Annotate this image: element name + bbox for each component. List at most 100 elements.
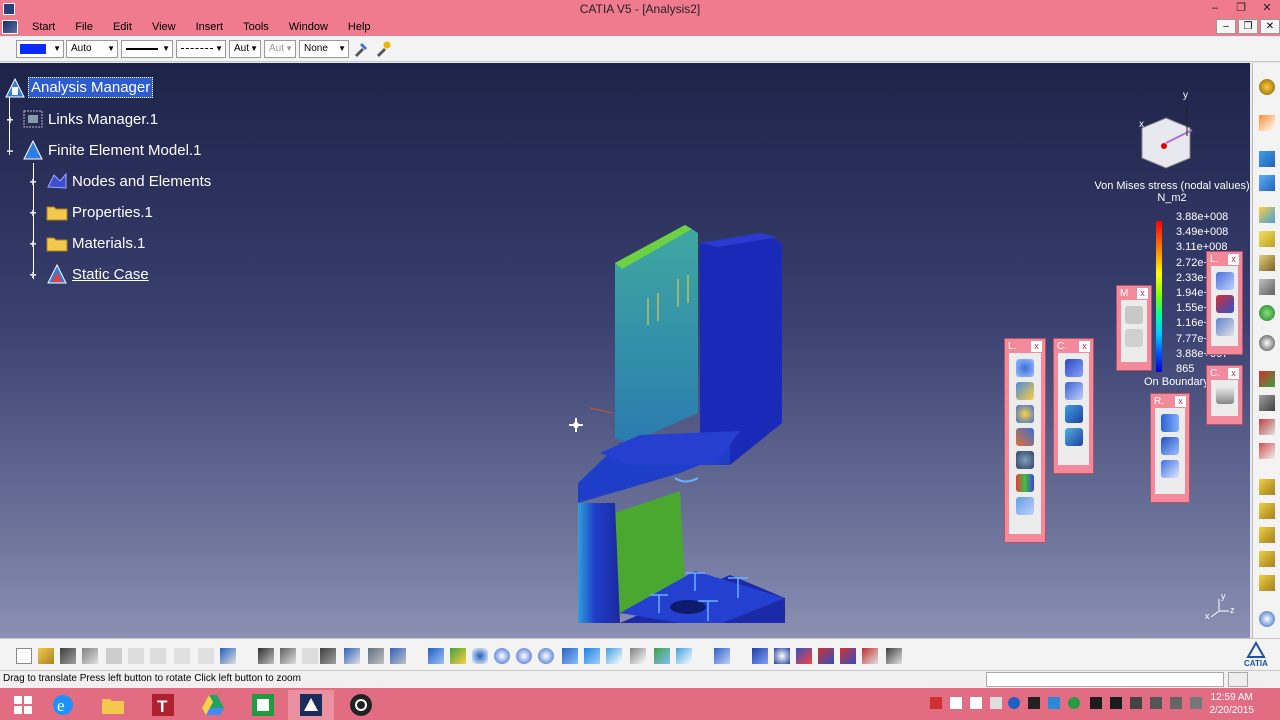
tree-icon[interactable]	[714, 648, 730, 664]
collapse-icon[interactable]: −	[5, 145, 15, 157]
select-arrow-icon[interactable]	[1259, 115, 1275, 131]
tray-volume-icon[interactable]	[1190, 697, 1202, 709]
expand-icon[interactable]: +	[28, 269, 38, 281]
plane-icon[interactable]	[1259, 527, 1275, 543]
doc-close-button[interactable]: ✕	[1260, 19, 1280, 34]
compass-widget[interactable]: x y	[1130, 88, 1210, 178]
bulb-icon[interactable]	[1016, 405, 1034, 423]
expand-icon[interactable]: +	[28, 176, 38, 188]
inertia-icon[interactable]	[1125, 329, 1143, 347]
tree-node-static-case[interactable]: Static Case	[46, 264, 151, 284]
menu-insert[interactable]: Insert	[186, 18, 234, 36]
taskbar-catia-active[interactable]	[288, 690, 334, 720]
clamp-icon[interactable]	[1064, 359, 1083, 377]
formula-icon[interactable]	[258, 648, 274, 664]
new-icon[interactable]	[16, 648, 32, 664]
snap-icon[interactable]	[344, 648, 360, 664]
mass-icon[interactable]	[1125, 306, 1143, 324]
fly-mode-icon[interactable]	[428, 648, 444, 664]
compute-icon[interactable]	[1016, 359, 1034, 377]
floating-toolbar-l1[interactable]: L. x	[1004, 338, 1046, 543]
material-icon[interactable]	[1259, 371, 1275, 387]
undo-icon[interactable]	[174, 648, 190, 664]
menu-window[interactable]: Window	[279, 18, 338, 36]
tray-bluetooth-icon[interactable]	[1008, 697, 1020, 709]
tree-node-nodes-elements[interactable]: Nodes and Elements	[46, 171, 213, 191]
cut-icon[interactable]	[106, 648, 122, 664]
zoom-out-icon[interactable]	[538, 648, 554, 664]
close-icon[interactable]: x	[1079, 340, 1090, 352]
simplify-icon[interactable]	[886, 648, 902, 664]
tray-network-icon[interactable]	[1150, 697, 1162, 709]
gear-icon[interactable]	[1259, 79, 1275, 95]
image-edit-icon[interactable]	[752, 648, 768, 664]
pressure-icon[interactable]	[1215, 272, 1234, 290]
moment-icon[interactable]	[1215, 318, 1234, 336]
taskbar-google-drive[interactable]	[190, 690, 236, 720]
rotate-icon[interactable]	[494, 648, 510, 664]
help-icon[interactable]	[220, 648, 236, 664]
report-icon[interactable]	[1016, 497, 1034, 515]
menu-view[interactable]: View	[142, 18, 186, 36]
menu-tools[interactable]: Tools	[233, 18, 279, 36]
virtual-part-icon[interactable]	[1161, 460, 1179, 478]
print-icon[interactable]	[82, 648, 98, 664]
doc-restore-button[interactable]: ❐	[1238, 19, 1258, 34]
tree-node-finite-element-model[interactable]: Finite Element Model.1	[22, 140, 203, 160]
measure-icon[interactable]	[390, 648, 406, 664]
plane-icon[interactable]	[1259, 575, 1275, 591]
slider-icon[interactable]	[1064, 405, 1083, 423]
pan-icon[interactable]	[472, 648, 488, 664]
tray-media-icon[interactable]	[1110, 697, 1122, 709]
cube-icon[interactable]	[1259, 207, 1275, 223]
shell-property-icon[interactable]	[1259, 419, 1275, 435]
smooth-connection-icon[interactable]	[1161, 437, 1179, 455]
surface-icon[interactable]	[1259, 231, 1275, 247]
line-type-combo[interactable]: Auto ▼	[66, 40, 118, 58]
document-icon[interactable]	[2, 20, 18, 34]
multi-view-icon[interactable]	[584, 648, 600, 664]
taskbar-app-t[interactable]: T	[140, 690, 186, 720]
adaptivity-icon[interactable]	[1016, 428, 1034, 446]
rigid-connection-icon[interactable]	[1161, 414, 1179, 432]
menu-help[interactable]: Help	[338, 18, 381, 36]
taskbar-spreadsheet-app[interactable]	[240, 690, 286, 720]
taskbar-internet-explorer[interactable]: e	[40, 690, 86, 720]
sensor-icon[interactable]	[1016, 451, 1034, 469]
triangle-icon[interactable]	[1259, 151, 1275, 167]
extrema-icon[interactable]	[818, 648, 834, 664]
command-input[interactable]	[986, 672, 1224, 687]
taskbar-file-explorer[interactable]	[90, 690, 136, 720]
force-icon[interactable]	[1215, 295, 1234, 313]
menu-start[interactable]: Start	[22, 18, 65, 36]
sensor-icon[interactable]	[1259, 305, 1275, 321]
close-icon[interactable]: x	[1228, 367, 1239, 379]
tray-dropbox-icon[interactable]	[1048, 697, 1060, 709]
image-layout-icon[interactable]	[862, 648, 878, 664]
swap-space-icon[interactable]	[676, 648, 692, 664]
expand-icon[interactable]: +	[28, 207, 38, 219]
minimize-button[interactable]: –	[1202, 0, 1228, 18]
save-icon[interactable]	[60, 648, 76, 664]
stress-legend[interactable]: Von Mises stress (nodal values) N_m2 3.8…	[1094, 180, 1250, 388]
restraint-icon[interactable]	[1064, 382, 1083, 400]
info-icon[interactable]	[840, 648, 856, 664]
tray-printer-icon[interactable]	[990, 697, 1002, 709]
law-icon[interactable]	[302, 648, 318, 664]
normal-view-icon[interactable]	[562, 648, 578, 664]
fill-color-combo[interactable]: ▼	[16, 40, 64, 58]
3d-viewport[interactable]: Analysis Manager + Links Manager.1 − Fin…	[0, 63, 1250, 638]
menu-edit[interactable]: Edit	[103, 18, 142, 36]
taskbar-obs[interactable]	[338, 690, 384, 720]
cut-plane-icon[interactable]	[796, 648, 812, 664]
tray-pdf-icon[interactable]	[930, 697, 942, 709]
tray-flag-icon[interactable]	[970, 697, 982, 709]
hide-show-icon[interactable]	[654, 648, 670, 664]
copy-icon[interactable]	[128, 648, 144, 664]
render-style-icon[interactable]	[630, 648, 646, 664]
line-weight-combo[interactable]: ▼	[121, 40, 173, 58]
expand-icon[interactable]: +	[28, 238, 38, 250]
restore-button[interactable]: ❐	[1228, 0, 1254, 18]
sphere-icon[interactable]	[1259, 335, 1275, 351]
property-icon[interactable]	[1259, 395, 1275, 411]
